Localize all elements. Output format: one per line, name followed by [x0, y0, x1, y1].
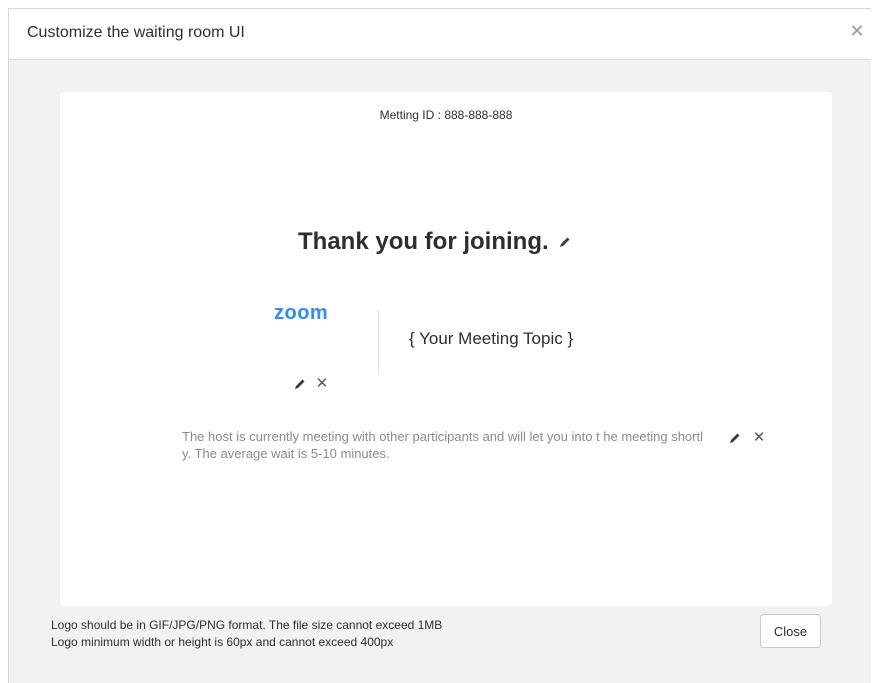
logo-requirements-note: Logo should be in GIF/JPG/PNG format. Th…	[51, 617, 442, 651]
logo-controls: ✕	[292, 376, 330, 392]
welcome-title-row: Thank you for joining.	[298, 228, 573, 256]
zoom-logo: zoom	[274, 302, 329, 324]
dialog-header: Customize the waiting room UI ✕	[9, 9, 871, 60]
meeting-topic: { Your Meeting Topic }	[409, 329, 574, 348]
dialog-close-icon[interactable]: ✕	[847, 21, 867, 41]
waiting-description: The host is currently meeting with other…	[182, 429, 703, 461]
customize-dialog: Customize the waiting room UI ✕ Metting …	[8, 8, 871, 683]
dialog-title: Customize the waiting room UI	[27, 24, 245, 41]
remove-description-close-icon[interactable]: ✕	[751, 430, 767, 446]
remove-logo-close-icon[interactable]: ✕	[314, 376, 330, 392]
welcome-title: Thank you for joining.	[298, 228, 549, 255]
logo-topic-divider	[378, 310, 379, 374]
description-row: The host is currently meeting with other…	[182, 428, 782, 462]
edit-description-pencil-icon[interactable]	[727, 430, 743, 446]
note-line-1: Logo should be in GIF/JPG/PNG format. Th…	[51, 618, 443, 632]
note-line-2: Logo minimum width or height is 60px and…	[51, 635, 394, 649]
meeting-id: Metting ID : 888-888-888	[379, 108, 513, 122]
logo-area: zoom ✕	[274, 302, 374, 392]
close-button[interactable]: Close	[760, 614, 821, 648]
edit-logo-pencil-icon[interactable]	[292, 376, 308, 392]
description-controls: ✕	[727, 430, 767, 446]
edit-title-pencil-icon[interactable]	[557, 234, 573, 250]
waiting-room-preview: Metting ID : 888-888-888 Thank you for j…	[60, 92, 832, 606]
